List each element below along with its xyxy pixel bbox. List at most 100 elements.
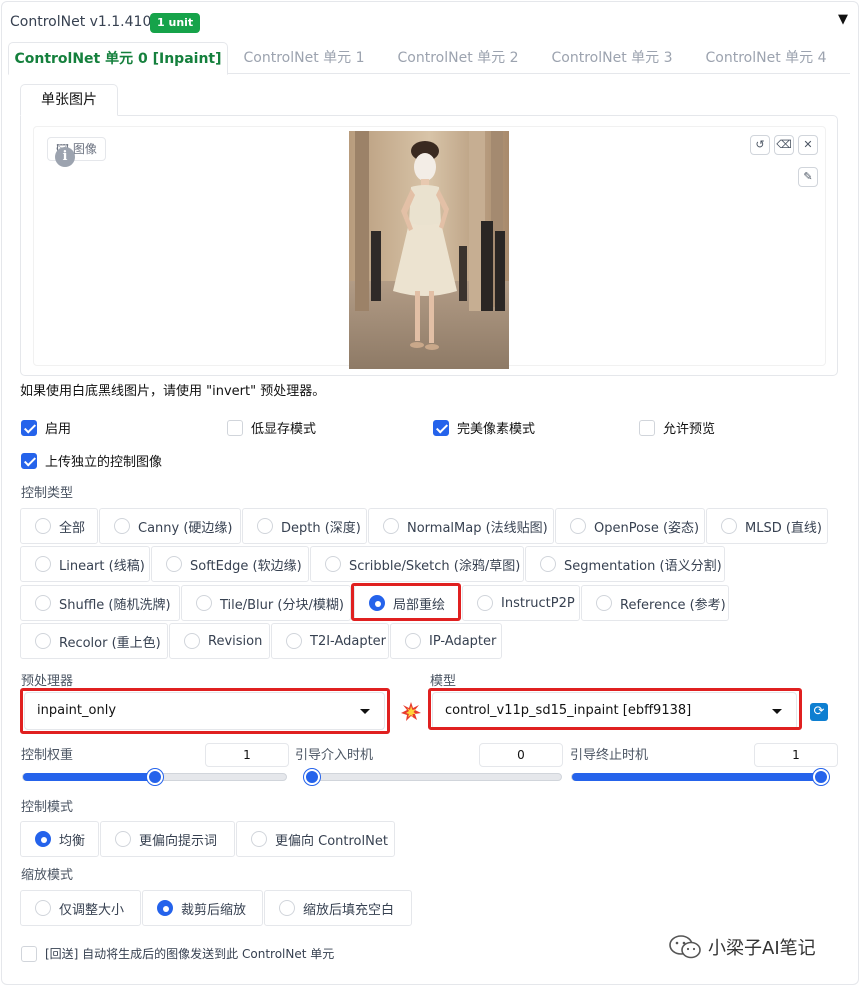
radio-dot[interactable]: [35, 633, 51, 649]
control-type-lineart[interactable]: Lineart (线稿): [20, 546, 150, 582]
enable-checkbox[interactable]: 启用: [21, 418, 71, 437]
control-weight-input[interactable]: 1: [205, 743, 289, 767]
radio-dot[interactable]: [166, 556, 182, 572]
collapse-icon[interactable]: ▼: [838, 12, 848, 27]
enable-checkbox-box[interactable]: [21, 419, 37, 436]
close-icon[interactable]: ✕: [798, 135, 818, 155]
control-type-revision-label: Revision: [208, 633, 263, 649]
tab-unit-0[interactable]: ControlNet 单元 0 [Inpaint]: [8, 42, 228, 75]
control-type-tile[interactable]: Tile/Blur (分块/模糊): [181, 585, 351, 621]
radio-dot[interactable]: [184, 633, 200, 649]
control-type-shuffle-label: Shuffle (随机洗牌): [59, 597, 171, 613]
low-vram-checkbox-box[interactable]: [227, 419, 243, 436]
radio-dot[interactable]: [115, 831, 131, 847]
tab-unit-3[interactable]: ControlNet 单元 3: [538, 42, 686, 75]
control-type-reference[interactable]: Reference (参考): [581, 585, 729, 621]
radio-dot[interactable]: [325, 556, 341, 572]
resize-mode-crop-resize[interactable]: 裁剪后缩放: [142, 890, 263, 926]
radio-dot[interactable]: [196, 595, 212, 611]
control-type-depth[interactable]: Depth (深度): [242, 508, 367, 544]
pixel-perfect-checkbox[interactable]: 完美像素模式: [433, 418, 535, 437]
radio-dot[interactable]: [35, 556, 51, 572]
radio-dot[interactable]: [251, 831, 267, 847]
radio-dot[interactable]: [383, 518, 399, 534]
control-type-canny[interactable]: Canny (硬边缘): [99, 508, 241, 544]
guidance-start-label: 引导介入时机: [295, 748, 374, 763]
control-mode-balanced[interactable]: 均衡: [20, 821, 99, 857]
control-type-all[interactable]: 全部: [20, 508, 98, 544]
image-upload-area[interactable]: 🖾 图像 i: [33, 126, 826, 369]
radio-dot[interactable]: [596, 595, 612, 611]
radio-dot-selected[interactable]: [35, 831, 51, 847]
unit-tabs: ControlNet 单元 0 [Inpaint] ControlNet 单元 …: [8, 42, 850, 75]
control-mode-controlnet[interactable]: 更偏向 ControlNet: [236, 821, 395, 857]
upload-independent-checkbox[interactable]: 上传独立的控制图像: [21, 451, 162, 470]
control-type-ip-adapter[interactable]: IP-Adapter: [390, 623, 502, 659]
radio-dot[interactable]: [405, 633, 421, 649]
tab-single-image[interactable]: 单张图片: [20, 84, 118, 116]
radio-dot[interactable]: [279, 900, 295, 916]
radio-dot[interactable]: [570, 518, 586, 534]
radio-dot[interactable]: [477, 595, 493, 611]
low-vram-checkbox[interactable]: 低显存模式: [227, 418, 316, 437]
control-weight-slider[interactable]: [22, 769, 287, 785]
control-type-t2i-adapter[interactable]: T2I-Adapter: [271, 623, 389, 659]
slider-fill: [23, 773, 155, 781]
guidance-start-slider[interactable]: [303, 769, 562, 785]
radio-dot[interactable]: [721, 518, 737, 534]
pixel-perfect-checkbox-box[interactable]: [433, 419, 449, 436]
radio-dot[interactable]: [35, 900, 51, 916]
control-type-revision[interactable]: Revision: [169, 623, 270, 659]
control-type-mlsd[interactable]: MLSD (直线): [706, 508, 828, 544]
control-type-normalmap[interactable]: NormalMap (法线贴图): [368, 508, 554, 544]
info-icon[interactable]: i: [55, 147, 75, 167]
slider-thumb[interactable]: [304, 769, 320, 785]
resize-mode-just-resize[interactable]: 仅调整大小: [20, 890, 141, 926]
loopback-checkbox[interactable]: [回送] 自动将生成后的图像发送到此 ControlNet 单元: [21, 945, 334, 962]
control-type-all-label: 全部: [59, 520, 86, 536]
tab-unit-2[interactable]: ControlNet 单元 2: [384, 42, 532, 75]
control-type-scribble[interactable]: Scribble/Sketch (涂鸦/草图): [310, 546, 524, 582]
eraser-icon[interactable]: ⌫: [774, 135, 794, 155]
control-type-scribble-label: Scribble/Sketch (涂鸦/草图): [349, 558, 521, 574]
undo-icon[interactable]: ↺: [750, 135, 770, 155]
radio-dot-selected[interactable]: [157, 900, 173, 916]
preprocessor-label: 预处理器: [21, 674, 74, 689]
radio-dot[interactable]: [257, 518, 273, 534]
control-mode-balanced-label: 均衡: [59, 833, 86, 849]
resize-mode-resize-fill[interactable]: 缩放后填充空白: [264, 890, 412, 926]
control-type-openpose[interactable]: OpenPose (姿态): [555, 508, 705, 544]
slider-thumb[interactable]: [813, 769, 829, 785]
radio-dot[interactable]: [35, 595, 51, 611]
radio-dot[interactable]: [35, 518, 51, 534]
guidance-start-input[interactable]: 0: [479, 743, 563, 767]
allow-preview-checkbox[interactable]: 允许预览: [639, 418, 715, 437]
control-type-shuffle[interactable]: Shuffle (随机洗牌): [20, 585, 180, 621]
panel-title[interactable]: ControlNet v1.1.410: [10, 14, 151, 30]
slider-thumb[interactable]: [146, 769, 163, 785]
explosion-icon[interactable]: [400, 701, 422, 723]
radio-dot[interactable]: [286, 633, 302, 649]
wechat-icon: [669, 935, 701, 959]
radio-dot[interactable]: [114, 518, 130, 534]
control-type-instructp2p[interactable]: InstructP2P: [462, 585, 580, 621]
pixel-perfect-label: 完美像素模式: [457, 422, 536, 437]
upload-independent-checkbox-box[interactable]: [21, 452, 37, 469]
guidance-end-input[interactable]: 1: [754, 743, 838, 767]
control-type-recolor[interactable]: Recolor (重上色): [20, 623, 168, 659]
tab-unit-1[interactable]: ControlNet 单元 1: [230, 42, 378, 75]
loopback-checkbox-box[interactable]: [21, 945, 37, 962]
control-type-softedge[interactable]: SoftEdge (软边缘): [151, 546, 309, 582]
refresh-icon[interactable]: ⟳: [810, 703, 828, 721]
tab-unit-4[interactable]: ControlNet 单元 4: [692, 42, 840, 75]
allow-preview-checkbox-box[interactable]: [639, 419, 655, 436]
control-type-segmentation[interactable]: Segmentation (语义分割): [525, 546, 725, 582]
guidance-end-slider[interactable]: [571, 769, 830, 785]
control-mode-prompt[interactable]: 更偏向提示词: [100, 821, 235, 857]
watermark-text: 小梁子AI笔记: [708, 938, 816, 959]
brush-icon[interactable]: ✎: [798, 167, 818, 187]
unit-count-badge: 1 unit: [150, 13, 201, 33]
highlight-model: [428, 688, 802, 730]
radio-dot[interactable]: [540, 556, 556, 572]
control-type-label: 控制类型: [21, 486, 74, 501]
